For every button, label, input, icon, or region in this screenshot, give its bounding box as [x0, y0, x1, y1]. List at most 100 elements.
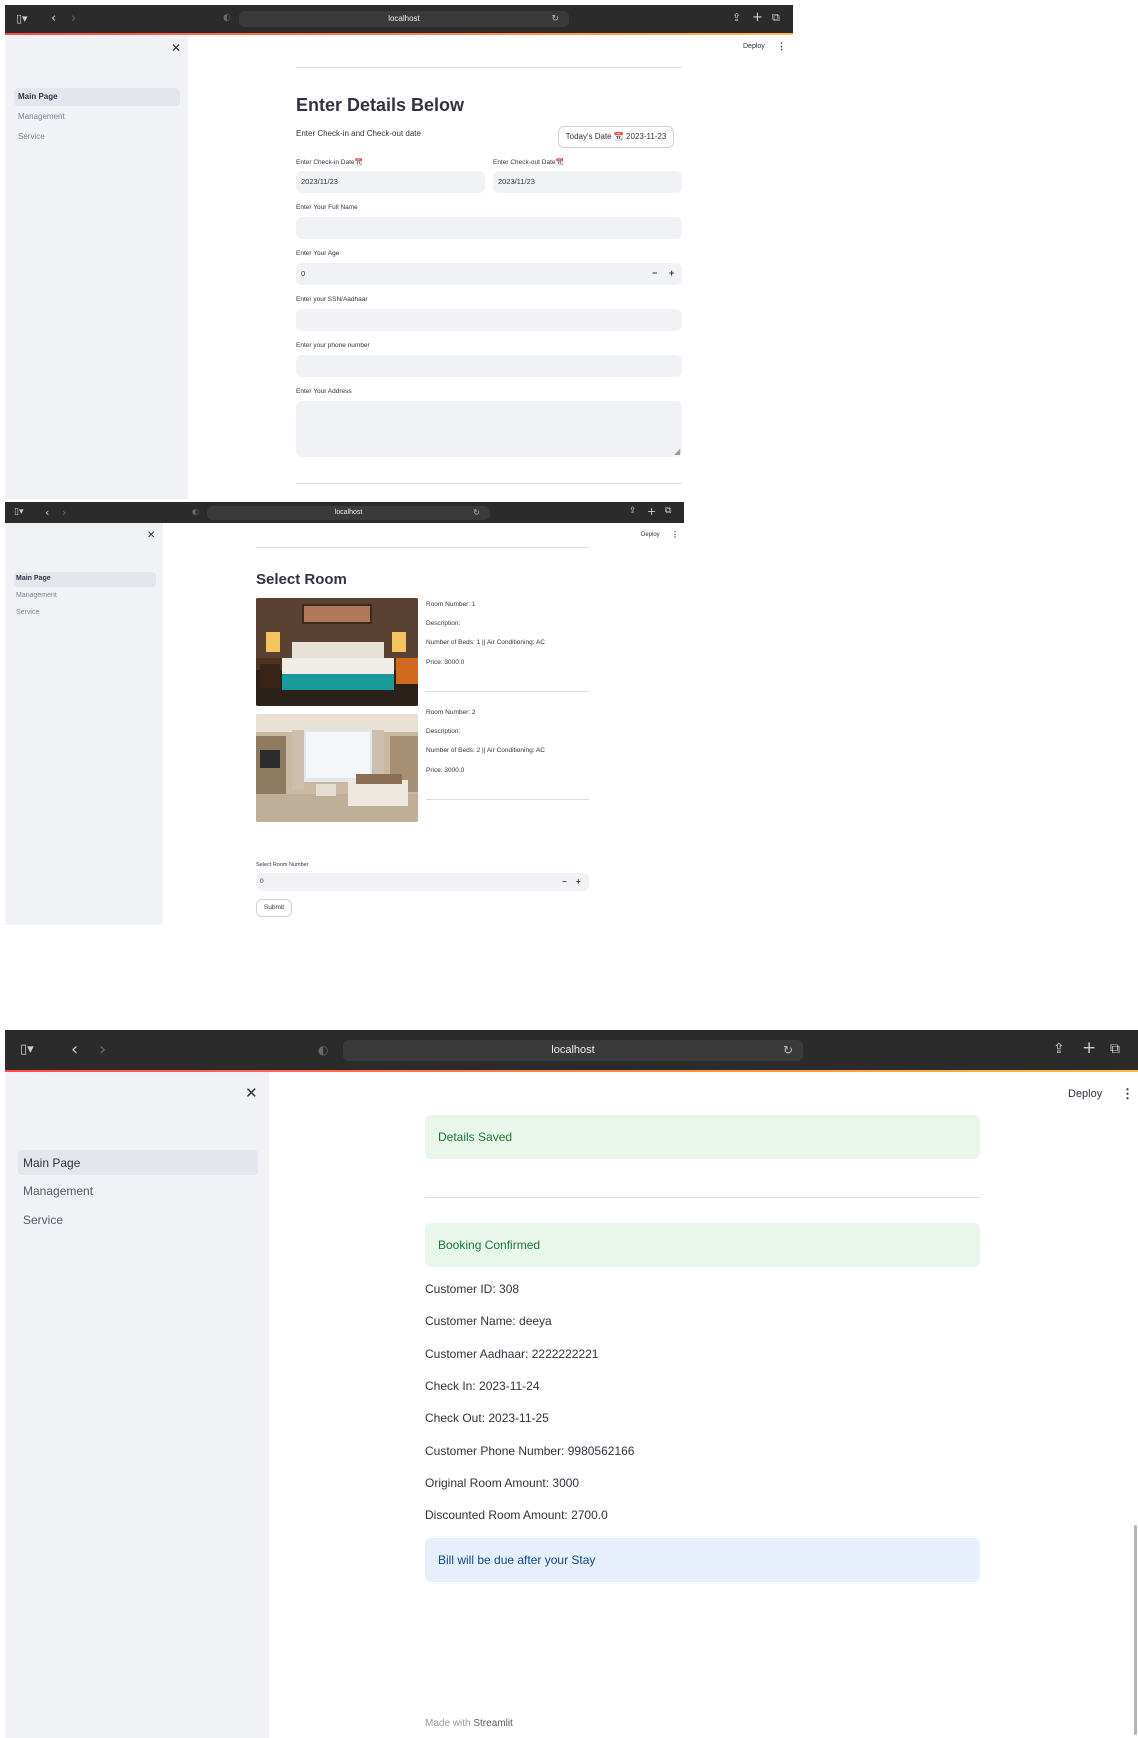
divider: [426, 799, 589, 800]
page-scrollbar[interactable]: [1134, 1525, 1137, 1735]
deploy-button[interactable]: Deploy: [641, 532, 660, 538]
full-name-label: Enter Your Full Name: [296, 204, 358, 211]
sidebar-item-main-page[interactable]: Main Page: [14, 88, 180, 106]
sidebar-toggle-icon[interactable]: ▯▾: [14, 508, 23, 517]
forward-icon[interactable]: ›: [99, 1041, 106, 1059]
discounted-amount-text: Discounted Room Amount: 2700.0: [425, 1508, 608, 1522]
room-number-label: Select Room Number: [256, 862, 309, 868]
address-bar[interactable]: localhost ↻: [343, 1040, 803, 1061]
back-icon[interactable]: ‹: [71, 1041, 78, 1059]
check-in-text: Check In: 2023-11-24: [425, 1379, 540, 1393]
todays-date-button[interactable]: Today's Date 📆 2023-11-23: [558, 126, 674, 148]
back-icon[interactable]: ‹: [51, 12, 56, 25]
reload-icon[interactable]: ↻: [473, 506, 480, 520]
reload-icon[interactable]: ↻: [783, 1040, 793, 1061]
room-number-decrement-button[interactable]: −: [562, 877, 567, 886]
submit-button[interactable]: Submit: [256, 899, 292, 917]
url-text: localhost: [334, 509, 363, 516]
address-bar[interactable]: localhost ↻: [207, 506, 490, 520]
divider: [426, 691, 589, 692]
room-2-photo: [256, 714, 418, 822]
date-section-subtitle: Enter Check-in and Check-out date: [296, 129, 421, 138]
age-increment-button[interactable]: +: [669, 268, 674, 278]
deploy-button[interactable]: Deploy: [1068, 1088, 1102, 1100]
close-icon[interactable]: ✕: [245, 1086, 258, 1101]
privacy-icon: ◐: [192, 507, 199, 516]
divider: [425, 1197, 980, 1198]
sidebar-item-management[interactable]: Management: [14, 108, 180, 126]
checkout-label: Enter Check-out Date📆: [493, 159, 564, 166]
sidebar-item-management[interactable]: Management: [14, 589, 156, 604]
url-text: localhost: [388, 14, 420, 23]
sidebar-toggle-icon[interactable]: ▯▾: [16, 13, 28, 24]
details-saved-text: Details Saved: [438, 1130, 513, 1144]
reload-icon[interactable]: ↻: [551, 11, 559, 27]
booking-confirmed-text: Booking Confirmed: [438, 1238, 541, 1252]
kebab-icon[interactable]: ⋮: [777, 42, 786, 51]
room-number-input[interactable]: 0: [256, 873, 589, 891]
sidebar-toggle-icon[interactable]: ▯▾: [20, 1043, 34, 1056]
tabs-overview-icon[interactable]: ⧉: [1110, 1042, 1120, 1056]
close-icon[interactable]: ✕: [147, 531, 155, 541]
new-tab-icon[interactable]: +: [1082, 1040, 1096, 1057]
forward-icon[interactable]: ›: [71, 12, 76, 25]
address-bar[interactable]: localhost ↻: [239, 11, 569, 27]
footer: Made with Streamlit: [425, 1718, 513, 1729]
ssn-label: Enter your SSN/Aadhaar: [296, 296, 368, 303]
checkout-date-input[interactable]: 2023/11/23: [493, 171, 682, 193]
age-number-input[interactable]: 0: [296, 263, 682, 285]
customer-name-text: Customer Name: deeya: [425, 1314, 552, 1328]
checkin-date-input[interactable]: 2023/11/23: [296, 171, 485, 193]
full-name-input[interactable]: [296, 217, 682, 239]
sidebar-item-service[interactable]: Service: [14, 128, 180, 146]
sidebar-item-service[interactable]: Service: [14, 606, 156, 621]
sidebar-item-label: Service: [18, 132, 45, 141]
sidebar-item-label: Main Page: [18, 92, 58, 101]
footer-brand-link[interactable]: Streamlit: [473, 1718, 512, 1729]
screenshot-select-room: ▯▾ ‹ › ◐ localhost ↻ ⇪ + ⧉ ✕ Main Page M…: [5, 502, 684, 925]
age-decrement-button[interactable]: −: [652, 268, 657, 278]
forward-icon[interactable]: ›: [62, 507, 66, 518]
kebab-icon[interactable]: ⋮: [671, 531, 679, 539]
customer-phone-text: Customer Phone Number: 9980562166: [425, 1444, 635, 1458]
privacy-icon: ◐: [223, 13, 231, 23]
sidebar: ✕ Main Page Management Service: [5, 35, 188, 499]
customer-id-text: Customer ID: 308: [425, 1282, 520, 1296]
browser-toolbar: ▯▾ ‹ › ◐ localhost ↻ ⇪ + ⧉: [5, 1030, 1138, 1070]
close-icon[interactable]: ✕: [171, 42, 181, 54]
sidebar-item-label: Management: [18, 112, 65, 121]
room-2-number: Room Number: 2: [426, 709, 476, 716]
check-out-text: Check Out: 2023-11-25: [425, 1411, 549, 1425]
sidebar-item-main-page[interactable]: Main Page: [18, 1150, 258, 1175]
sidebar-item-label: Management: [23, 1184, 94, 1198]
divider: [296, 483, 682, 484]
share-icon[interactable]: ⇪: [1053, 1042, 1065, 1056]
share-icon[interactable]: ⇪: [732, 12, 741, 23]
address-textarea[interactable]: [296, 401, 682, 457]
sidebar-item-label: Main Page: [16, 575, 51, 582]
sidebar-item-label: Service: [16, 609, 40, 616]
resize-handle-icon[interactable]: ◢: [674, 447, 680, 456]
new-tab-icon[interactable]: +: [647, 506, 656, 517]
room-number-value: 0: [260, 878, 264, 885]
url-text: localhost: [551, 1044, 595, 1056]
room-number-increment-button[interactable]: +: [576, 877, 581, 886]
share-icon[interactable]: ⇪: [629, 507, 637, 516]
age-value: 0: [301, 269, 306, 278]
tabs-overview-icon[interactable]: ⧉: [772, 12, 780, 23]
sidebar-item-service[interactable]: Service: [18, 1207, 258, 1232]
deploy-button[interactable]: Deploy: [743, 43, 765, 50]
kebab-icon[interactable]: ⋮: [1121, 1087, 1134, 1100]
tabs-overview-icon[interactable]: ⧉: [665, 507, 671, 516]
room-2-price: Price: 3000.0: [426, 767, 465, 774]
sidebar-item-management[interactable]: Management: [18, 1178, 258, 1203]
checkin-label: Enter Check-in Date📆: [296, 159, 363, 166]
sidebar: ✕ Main Page Management Service: [5, 523, 163, 925]
customer-aadhaar-text: Customer Aadhaar: 2222222221: [425, 1347, 599, 1361]
new-tab-icon[interactable]: +: [752, 11, 763, 24]
back-icon[interactable]: ‹: [45, 507, 49, 518]
ssn-input[interactable]: [296, 309, 682, 331]
phone-input[interactable]: [296, 355, 682, 377]
sidebar-item-main-page[interactable]: Main Page: [14, 572, 156, 587]
booking-confirmed-alert: Booking Confirmed: [425, 1223, 980, 1267]
